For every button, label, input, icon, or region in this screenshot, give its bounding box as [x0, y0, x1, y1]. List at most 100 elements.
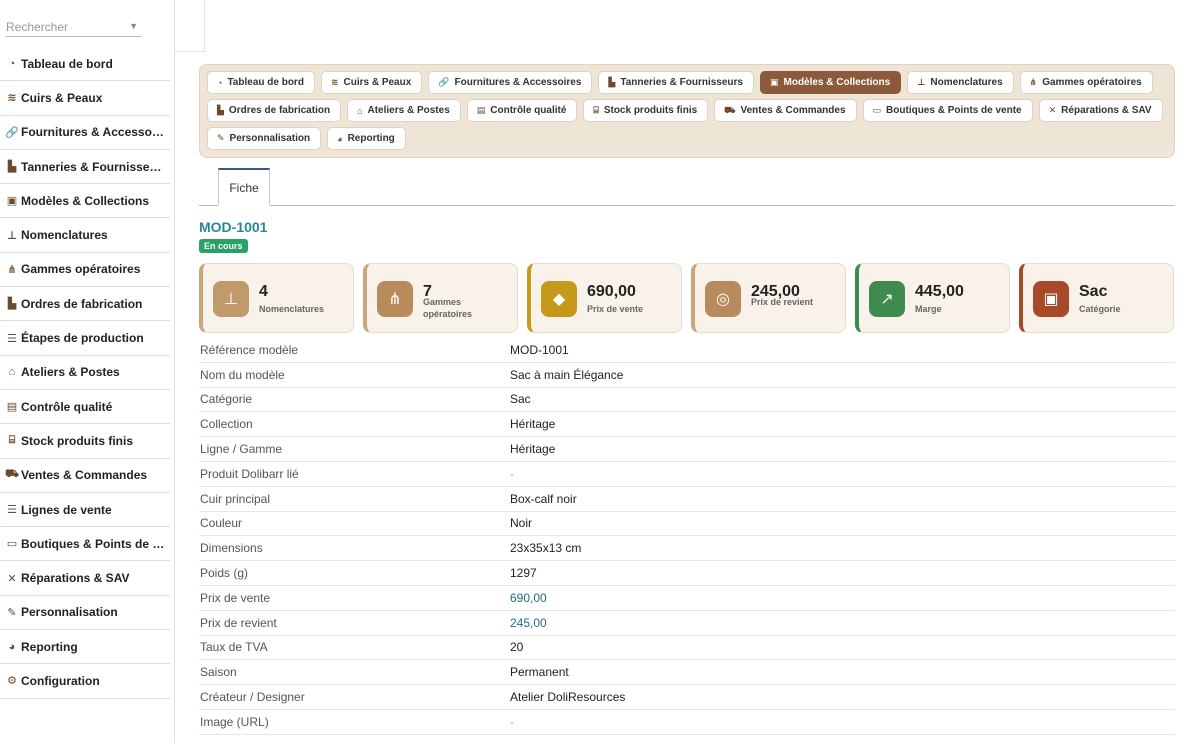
detail-row: Collection Héritage	[199, 412, 1175, 438]
stat-value: Sac	[1079, 283, 1108, 300]
detail-table: Référence modèle MOD-1001 Nom du modèle Sac…	[199, 338, 1175, 735]
module-tab[interactable]: ▤ Contrôle qualité	[466, 99, 578, 122]
module-tab[interactable]: ◕ Reporting	[327, 127, 406, 150]
stat-label: Marge	[915, 304, 942, 314]
sitemap-icon: ⊥	[213, 281, 249, 317]
stat-label: Nomenclatures	[259, 304, 325, 314]
sidebar-item[interactable]: ☰ Étapes de production	[0, 321, 170, 356]
detail-value: Noir	[510, 516, 533, 531]
sidebar-item[interactable]: ✎ Personnalisation	[0, 596, 170, 631]
sidebar-item-label: Stock produits finis	[21, 433, 134, 448]
detail-key: Image (URL)	[200, 714, 269, 729]
sidebar-item[interactable]: ⋔ Gammes opératoires	[0, 253, 170, 288]
sidebar-item[interactable]: ⌂ Ateliers & Postes	[0, 356, 170, 390]
module-tab[interactable]: ▙ Tanneries & Fournisseurs	[598, 71, 754, 94]
link-icon: 🔗	[438, 77, 450, 87]
module-tab[interactable]: 🔗 Fournitures & Accessoires	[428, 71, 593, 94]
tab-label: Stock produits finis	[603, 105, 698, 116]
sidebar-item[interactable]: ✕ Réparations & SAV	[0, 561, 170, 596]
tab-label: Ventes & Commandes	[740, 105, 846, 116]
detail-row: Poids (g) 1297	[199, 561, 1175, 586]
module-tab[interactable]: ⊥ Nomenclatures	[907, 71, 1014, 94]
sidebar-item-label: Configuration	[21, 673, 100, 688]
module-tab[interactable]: ⋔ Gammes opératoires	[1019, 71, 1153, 94]
detail-value: Sac à main Élégance	[510, 367, 624, 382]
detail-row: Créateur / Designer Atelier DoliResources	[199, 685, 1175, 710]
stat-value: 4	[259, 283, 268, 300]
chevron-down-icon[interactable]: ▼	[129, 21, 138, 31]
flow-icon: ⋔	[377, 281, 413, 317]
sidebar-item[interactable]: ▙ Ordres de fabrication	[0, 287, 170, 322]
sidebar: Rechercher ▼ ◔ Tableau de bord ≋ Cuirs & Pe…	[0, 0, 175, 743]
sidebar-item[interactable]: ☰ Lignes de vente	[0, 493, 170, 528]
detail-key: Poids (g)	[200, 566, 249, 581]
detail-key: Référence modèle	[200, 342, 299, 357]
sidebar-item[interactable]: ◕ Reporting	[0, 630, 170, 665]
module-tab[interactable]: ◔ Tableau de bord	[207, 71, 315, 94]
detail-value: Sac	[510, 392, 531, 407]
search-select[interactable]: Rechercher ▼	[6, 17, 142, 37]
tag-icon: ◆	[541, 281, 577, 317]
sidebar-item[interactable]: ▣ Modèles & Collections	[0, 184, 170, 219]
module-tab[interactable]: ✎ Personnalisation	[207, 127, 322, 150]
stat-card: ⋔ 7 Gammes opératoires	[363, 263, 518, 333]
sidebar-item-label: Ventes & Commandes	[21, 468, 148, 483]
tab-label: Boutiques & Points de vente	[886, 105, 1022, 116]
factory-icon: ▙	[7, 161, 17, 174]
detail-value: 1297	[510, 566, 537, 581]
detail-key: Ligne / Gamme	[200, 442, 283, 457]
flow-icon: ⋔	[7, 263, 17, 276]
module-tab[interactable]: ≋ Cuirs & Peaux	[320, 71, 423, 94]
tools-icon: ✕	[7, 572, 17, 585]
detail-value: Héritage	[510, 442, 556, 457]
detail-value: 23x35x13 cm	[510, 541, 582, 556]
stat-value: 690,00	[587, 283, 636, 300]
detail-key: Prix de revient	[200, 615, 277, 630]
detail-key: Nom du modèle	[200, 367, 285, 382]
detail-value[interactable]: 690,00	[510, 591, 547, 605]
warehouse-icon: ⌸	[8, 434, 16, 447]
list-icon: ☰	[7, 504, 17, 516]
module-tab[interactable]: ⌸ Stock produits finis	[583, 99, 709, 122]
sidebar-item[interactable]: ⚙ Configuration	[0, 664, 170, 699]
detail-row: Référence modèle MOD-1001	[199, 338, 1175, 363]
sidebar-item[interactable]: ▭Boutiques & Points de vente	[0, 527, 170, 562]
stat-card: ▣ Sac Catégorie	[1019, 263, 1174, 333]
sidebar-item[interactable]: 🔗 Fournitures & Accessoires	[0, 116, 170, 150]
detail-row: Taux de TVA 20	[199, 636, 1175, 661]
module-tab[interactable]: ▣ Modèles & Collections	[759, 71, 902, 94]
factory-icon: ▙	[608, 77, 616, 87]
module-tab[interactable]: ▙ Ordres de fabrication	[207, 99, 342, 122]
stat-value: 445,00	[915, 283, 964, 300]
sidebar-item[interactable]: ◔ Tableau de bord	[0, 47, 170, 82]
module-tab[interactable]: ▭ Boutiques & Points de vente	[862, 99, 1033, 122]
sidebar-item[interactable]: ≋ Cuirs & Peaux	[0, 81, 170, 116]
pie-icon: ◕	[8, 640, 16, 653]
module-tab[interactable]: ✕ Réparations & SAV	[1038, 99, 1163, 122]
sidebar-item-label: Réparations & SAV	[21, 571, 130, 586]
detail-row: Prix de revient 245,00	[199, 611, 1175, 636]
detail-value: -	[510, 714, 514, 729]
sidebar-item-label: Reporting	[21, 639, 78, 654]
tab-label: Personnalisation	[229, 133, 311, 144]
module-tab[interactable]: ⌂ Ateliers & Postes	[347, 99, 461, 122]
sidebar-item[interactable]: ⊥ Nomenclatures	[0, 218, 170, 253]
sidebar-item-label: Gammes opératoires	[21, 262, 141, 277]
detail-key: Taux de TVA	[200, 640, 268, 655]
detail-key: Produit Dolibarr lié	[200, 466, 299, 481]
sidebar-item[interactable]: ⌸ Stock produits finis	[0, 424, 170, 459]
sidebar-item[interactable]: ▙ Tanneries & Fournisseurs	[0, 150, 170, 185]
workshop-icon: ⌂	[8, 366, 16, 379]
search-placeholder: Rechercher	[6, 20, 69, 34]
sidebar-item-label: Cuirs & Peaux	[21, 90, 103, 105]
tab-label: Réparations & SAV	[1061, 105, 1152, 116]
stat-card: ⊥ 4 Nomenclatures	[199, 263, 354, 333]
sidebar-item[interactable]: ▤ Contrôle qualité	[0, 390, 170, 425]
module-tab[interactable]: ⛟ Ventes & Commandes	[714, 99, 857, 122]
detail-row: Ligne / Gamme Héritage	[199, 437, 1175, 462]
sitemap-icon: ⊥	[917, 77, 926, 87]
sidebar-item[interactable]: ⛟ Ventes & Commandes	[0, 459, 170, 493]
tab-fiche[interactable]: Fiche	[218, 168, 270, 206]
detail-value[interactable]: 245,00	[510, 616, 547, 630]
detail-row: Cuir principal Box-calf noir	[199, 487, 1175, 512]
